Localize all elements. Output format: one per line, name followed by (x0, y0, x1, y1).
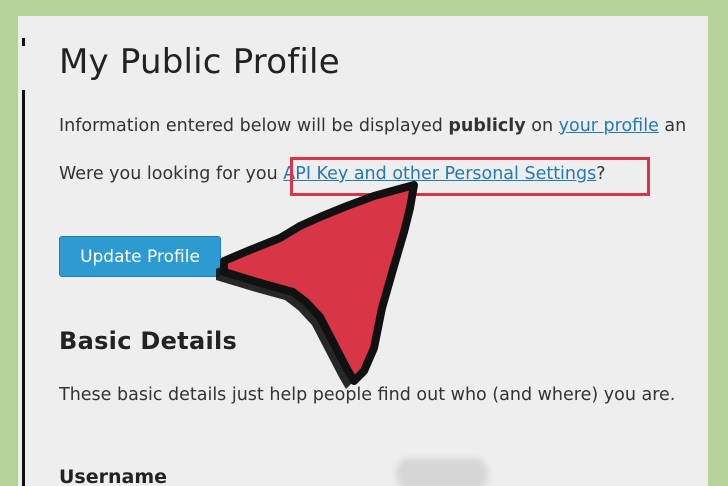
link-highlight-box (290, 157, 650, 196)
settings-prompt-text: Were you looking for you (59, 164, 278, 184)
intro-text-tail: an (658, 116, 687, 136)
intro-bold: publicly (448, 116, 526, 136)
update-profile-button[interactable]: Update Profile (59, 236, 221, 277)
page-title: My Public Profile (59, 42, 340, 82)
intro-text: Information entered below will be displa… (59, 116, 686, 136)
left-rule (22, 90, 25, 486)
intro-text-mid: on (525, 116, 559, 136)
your-profile-link[interactable]: your profile (559, 116, 659, 136)
username-field[interactable] (396, 458, 488, 486)
username-label: Username (59, 466, 168, 486)
left-rule-top (22, 38, 25, 46)
profile-panel: My Public Profile Information entered be… (18, 16, 708, 486)
basic-details-description: These basic details just help people fin… (59, 385, 676, 405)
intro-text-start: Information entered below will be displa… (59, 116, 449, 136)
basic-details-heading: Basic Details (59, 327, 238, 355)
